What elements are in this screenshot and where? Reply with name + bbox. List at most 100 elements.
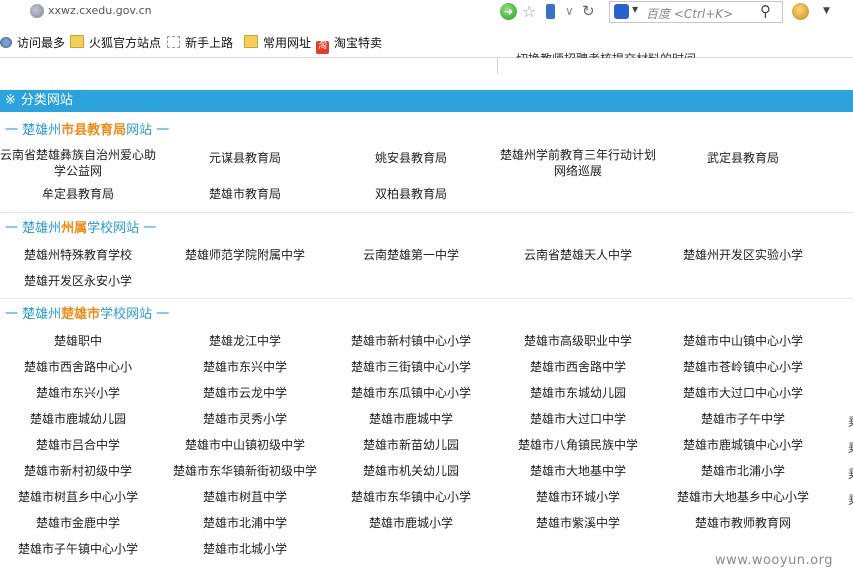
site-link[interactable]: 楚雄龙江中学: [163, 333, 328, 349]
partial-notice-link[interactable]: 切换教师招聘考核提交材料的时间: [516, 44, 696, 58]
gear-icon: [0, 37, 12, 48]
section-divider: [0, 212, 853, 213]
site-link[interactable]: 楚雄市子午镇中心小学: [0, 541, 161, 557]
site-link[interactable]: 楚雄市东华镇新街初级中学: [163, 463, 328, 479]
site-link[interactable]: 楚雄开发区永安小学: [0, 273, 161, 289]
section-title-prefix: 一 楚雄州: [5, 123, 62, 138]
site-link[interactable]: 楚雄市鹿城镇中心小学: [661, 437, 826, 453]
site-link[interactable]: 楚雄师范学院附属中学: [163, 247, 328, 263]
header-title: 分类网站: [20, 93, 73, 108]
header-mark: ※: [5, 93, 16, 108]
site-link[interactable]: 楚雄市新村镇中心小学: [329, 333, 494, 349]
folder-icon: [70, 35, 84, 48]
site-link[interactable]: 楚雄州学前教育三年行动计划网络巡展: [496, 147, 661, 179]
reload-icon[interactable]: ↻: [582, 2, 595, 20]
right-edge-text: 乗: [848, 439, 853, 456]
site-link[interactable]: 楚雄市三街镇中心小学: [329, 359, 494, 375]
site-link[interactable]: 楚雄市高级职业中学: [496, 333, 661, 349]
section-title: 一 楚雄州州属学校网站 一: [5, 217, 156, 236]
site-link[interactable]: 楚雄市环城小学: [496, 489, 661, 505]
site-identity-icon[interactable]: [30, 4, 44, 18]
baidu-paw-icon[interactable]: 🐾: [614, 4, 629, 19]
addon-icon[interactable]: [792, 3, 809, 20]
section-title-suffix: 学校网站 一: [87, 221, 157, 236]
go-arrow-icon[interactable]: ➜: [500, 3, 517, 20]
bookmark-taobao[interactable]: 淘淘宝特卖: [316, 34, 382, 54]
bookmark-common-sites[interactable]: 常用网址: [244, 34, 311, 51]
site-link[interactable]: 楚雄市西舍路中学: [496, 359, 661, 375]
site-link[interactable]: 楚雄市北浦中学: [163, 515, 328, 531]
site-link[interactable]: 楚雄市新苗幼儿园: [329, 437, 494, 453]
site-link[interactable]: 楚雄市西舍路中心小: [0, 359, 161, 375]
site-link[interactable]: 楚雄市机关幼儿园: [329, 463, 494, 479]
page-icon: [167, 36, 180, 48]
section-title: 一 楚雄州市县教育局网站 一: [5, 119, 169, 138]
site-link[interactable]: 楚雄州开发区实验小学: [661, 247, 826, 263]
chevron-down-icon[interactable]: ▼: [632, 5, 638, 14]
category-header: ※ 分类网站: [0, 90, 853, 112]
site-link[interactable]: 元谋县教育局: [163, 150, 328, 166]
site-link[interactable]: 楚雄市子午中学: [661, 411, 826, 427]
chevron-down-icon[interactable]: ▼: [823, 6, 830, 16]
site-link[interactable]: 楚雄市大地基中学: [496, 463, 661, 479]
bookmarks-toolbar: 访问最多 火狐官方站点 新手上路 常用网址 淘淘宝特卖: [0, 24, 853, 58]
section-divider: [0, 298, 853, 299]
site-link[interactable]: 武定县教育局: [661, 150, 826, 166]
right-edge-text: 乗: [848, 491, 853, 508]
site-link[interactable]: 楚雄市金鹿中学: [0, 515, 161, 531]
site-link[interactable]: 楚雄市中山镇初级中学: [163, 437, 328, 453]
site-link[interactable]: 楚雄市鹿城小学: [329, 515, 494, 531]
watermark: www.wooyun.org: [715, 553, 834, 568]
site-link[interactable]: 楚雄市灵秀小学: [163, 411, 328, 427]
site-link[interactable]: 楚雄市大过口中学: [496, 411, 661, 427]
bookmark-most-visited[interactable]: 访问最多: [0, 34, 65, 51]
section-title-highlight: 州属: [61, 221, 88, 236]
chevron-down-icon[interactable]: ∨: [565, 4, 574, 18]
site-link[interactable]: 楚雄市大过口中心小学: [661, 385, 826, 401]
site-link[interactable]: 姚安县教育局: [329, 150, 494, 166]
search-input[interactable]: 🐾 ▼ 百度 <Ctrl+K> ⚲: [609, 1, 783, 23]
site-link[interactable]: 楚雄市云龙中学: [163, 385, 328, 401]
site-link[interactable]: 楚雄市树苴中学: [163, 489, 328, 505]
site-link[interactable]: 楚雄市东华镇中心小学: [329, 489, 494, 505]
site-link[interactable]: 楚雄市紫溪中学: [496, 515, 661, 531]
taobao-icon: 淘: [316, 41, 329, 54]
site-link[interactable]: 楚雄市东瓜镇中心小学: [329, 385, 494, 401]
site-link[interactable]: 楚雄市鹿城幼儿园: [0, 411, 161, 427]
bookmark-getting-started[interactable]: 新手上路: [167, 34, 233, 51]
site-link[interactable]: 楚雄市新村初级中学: [0, 463, 161, 479]
site-link[interactable]: 楚雄市吕合中学: [0, 437, 161, 453]
site-link[interactable]: 云南省楚雄彝族自治州爱心助学公益网: [0, 147, 161, 179]
site-link[interactable]: 云南省楚雄天人中学: [496, 247, 661, 263]
site-link[interactable]: 楚雄市东兴中学: [163, 359, 328, 375]
site-link[interactable]: 楚雄职中: [0, 333, 161, 349]
site-link[interactable]: 楚雄市东兴小学: [0, 385, 161, 401]
search-icon[interactable]: ⚲: [760, 2, 771, 20]
url-bar: xxwz.cxedu.gov.cn ➜ ☆ ∨ ↻ 🐾 ▼ 百度 <Ctrl+K…: [0, 0, 853, 25]
site-link[interactable]: 楚雄市北浦小学: [661, 463, 826, 479]
url-text[interactable]: xxwz.cxedu.gov.cn: [48, 4, 152, 17]
site-link[interactable]: 楚雄市鹿城中学: [329, 411, 494, 427]
site-link[interactable]: 双柏县教育局: [329, 186, 494, 202]
phone-icon[interactable]: [546, 4, 555, 19]
section-title-highlight: 楚雄市: [61, 307, 101, 322]
bookmark-firefox-sites[interactable]: 火狐官方站点: [70, 34, 161, 51]
bookmark-star-icon[interactable]: ☆: [522, 2, 536, 21]
site-link[interactable]: 牟定县教育局: [0, 186, 161, 202]
site-link[interactable]: 楚雄市苍岭镇中心小学: [661, 359, 826, 375]
divider: [497, 58, 498, 74]
site-link[interactable]: 云南楚雄第一中学: [329, 247, 494, 263]
site-link[interactable]: 楚雄市八角镇民族中学: [496, 437, 661, 453]
site-link[interactable]: 楚雄市北城小学: [163, 541, 328, 557]
section-title: 一 楚雄州楚雄市学校网站 一: [5, 303, 169, 322]
site-link[interactable]: 楚雄市中山镇中心小学: [661, 333, 826, 349]
site-link[interactable]: 楚雄市大地基乡中心小学: [661, 489, 826, 505]
site-link[interactable]: 楚雄州特殊教育学校: [0, 247, 161, 263]
section-title-prefix: 一 楚雄州: [5, 307, 62, 322]
section-title-prefix: 一 楚雄州: [5, 221, 62, 236]
site-link[interactable]: 楚雄市东城幼儿园: [496, 385, 661, 401]
site-link[interactable]: 楚雄市树苴乡中心小学: [0, 489, 161, 505]
site-link[interactable]: 楚雄市教师教育网: [661, 515, 826, 531]
folder-icon: [244, 35, 258, 48]
site-link[interactable]: 楚雄市教育局: [163, 186, 328, 202]
